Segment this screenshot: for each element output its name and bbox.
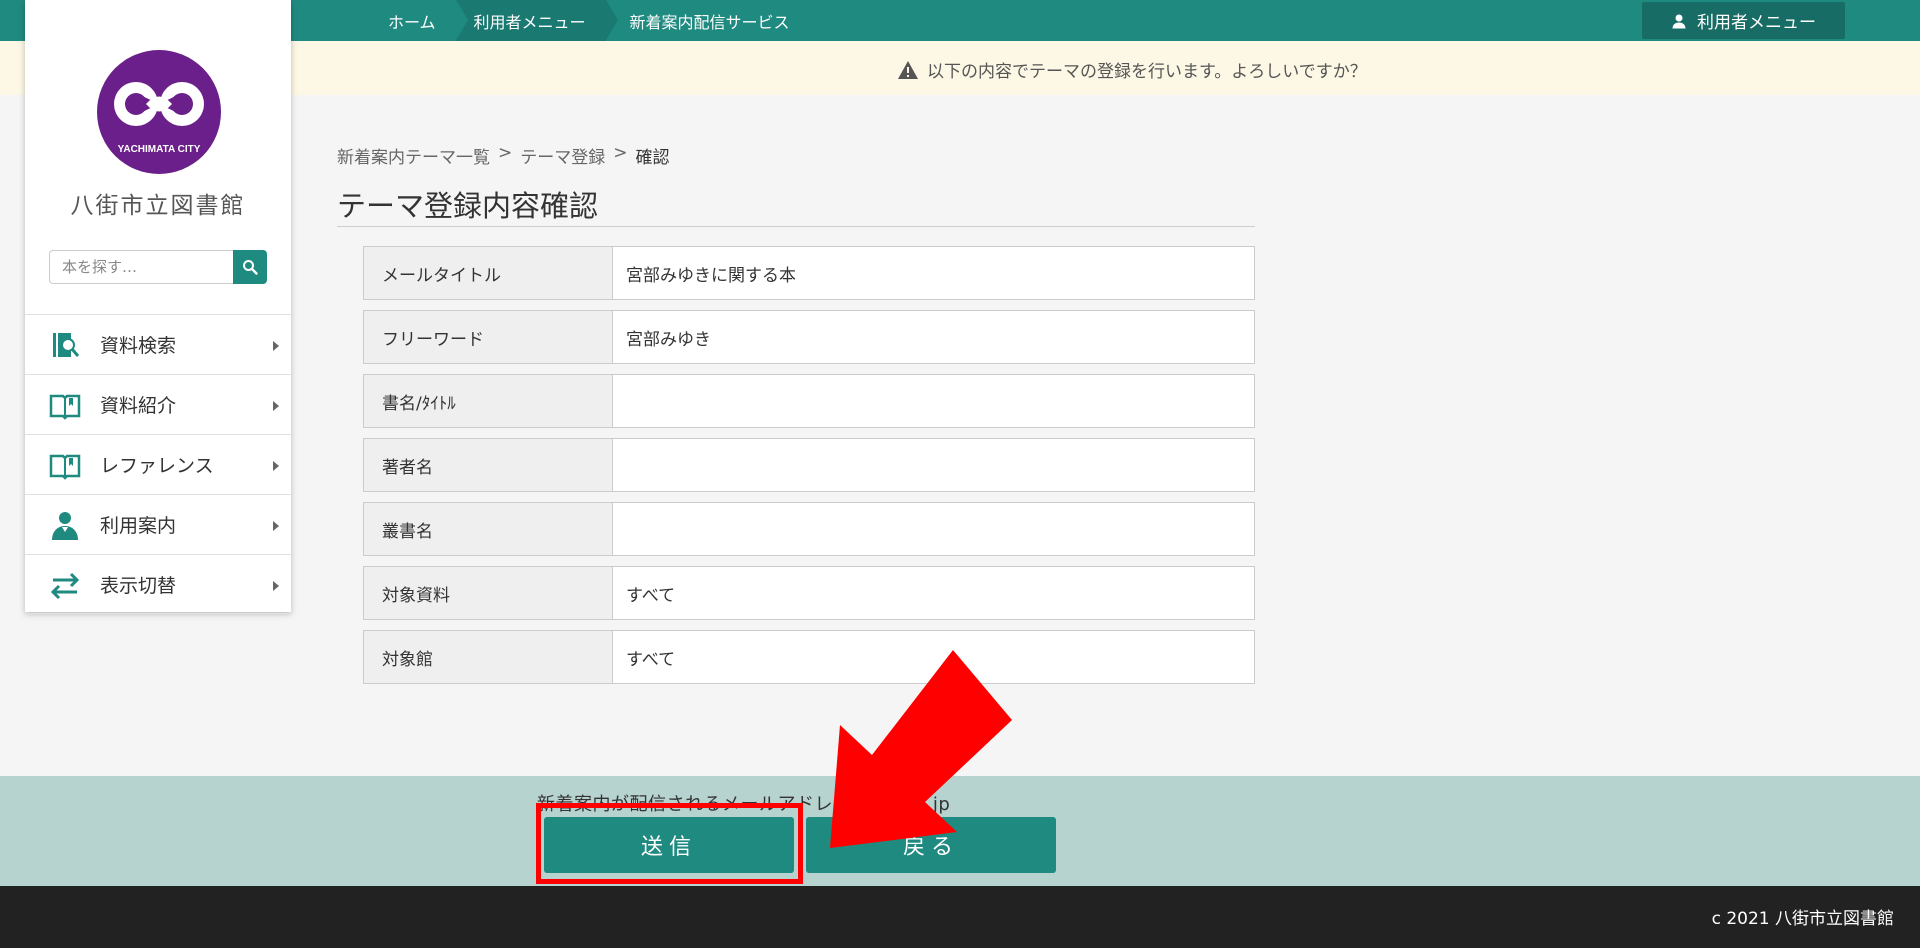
search-icon <box>243 260 258 275</box>
row-value <box>613 439 1254 491</box>
sidebar-item-reference[interactable]: レファレンス <box>25 434 291 494</box>
table-row: 書名/ﾀｲﾄﾙ <box>363 374 1255 428</box>
swap-arrows-icon <box>50 572 80 600</box>
row-value: すべて <box>626 649 676 670</box>
table-row: メールタイトル 宮部みゆきに関する本 <box>363 246 1255 300</box>
caret-right-icon <box>273 401 279 411</box>
sidebar-item-usage-guide[interactable]: 利用案内 <box>25 494 291 554</box>
send-button[interactable]: 送信 <box>544 817 794 873</box>
crumb-new-arrival-service: 新着案内配信サービス <box>606 0 810 41</box>
crumb-user-menu[interactable]: 利用者メニュー <box>455 0 618 41</box>
row-value <box>613 375 1254 427</box>
page-footer: c 2021 八街市立図書館 <box>0 886 1920 948</box>
alert-message: 以下の内容でテーマの登録を行います。よろしいですか？ <box>927 62 1367 82</box>
breadcrumb-theme-list[interactable]: 新着案内テーマ一覧 <box>337 143 490 168</box>
sidebar-menu: 資料検索 資料紹介 レファレンス 利用案内 表示切替 <box>25 314 291 614</box>
row-label: 対象資料 <box>364 567 613 619</box>
person-icon <box>52 512 78 540</box>
book-search-icon <box>53 333 80 357</box>
sidebar-item-material-intro[interactable]: 資料紹介 <box>25 374 291 434</box>
row-label: 叢書名 <box>364 503 613 555</box>
crumb-home-label: ホーム <box>388 12 436 32</box>
sidebar-item-display-switch[interactable]: 表示切替 <box>25 554 291 614</box>
search-button[interactable] <box>233 250 267 284</box>
copyright-text: c 2021 八街市立図書館 <box>1711 909 1894 929</box>
caret-right-icon <box>273 341 279 351</box>
breadcrumb-confirm: 確認 <box>635 148 670 168</box>
table-row: 叢書名 <box>363 502 1255 556</box>
row-label: 対象館 <box>364 631 613 683</box>
crumb-user-menu-label: 利用者メニュー <box>473 12 586 32</box>
sidebar-item-label: 表示切替 <box>100 574 177 597</box>
sidebar-search <box>49 250 267 284</box>
breadcrumb-theme-register[interactable]: テーマ登録 <box>520 143 605 168</box>
sidebar: YACHIMATA CITY 八街市立図書館 資料検索 資料紹介 レファレンス … <box>25 0 291 614</box>
row-label: 著者名 <box>364 439 613 491</box>
sidebar-item-label: レファレンス <box>100 455 214 477</box>
row-value: 宮部みゆきに関する本 <box>626 265 796 286</box>
warning-icon <box>898 60 918 79</box>
row-value <box>613 503 1254 555</box>
title-divider <box>337 226 1255 227</box>
page-breadcrumb: 新着案内テーマ一覧 > テーマ登録 > 確認 <box>337 143 670 168</box>
library-logo[interactable]: YACHIMATA CITY <box>96 49 222 175</box>
table-row: 著者名 <box>363 438 1255 492</box>
sidebar-item-material-search[interactable]: 資料検索 <box>25 314 291 374</box>
confirmation-table: メールタイトル 宮部みゆきに関する本 フリーワード 宮部みゆき 書名/ﾀｲﾄﾙ … <box>363 246 1255 694</box>
caret-right-icon <box>273 521 279 531</box>
row-label: フリーワード <box>364 311 613 363</box>
crumb-service-label: 新着案内配信サービス <box>629 12 790 32</box>
row-value: すべて <box>626 585 676 606</box>
row-value: 宮部みゆき <box>626 329 711 350</box>
caret-right-icon <box>273 461 279 471</box>
sidebar-item-label: 資料紹介 <box>100 395 177 417</box>
table-row: 対象資料 すべて <box>363 566 1255 620</box>
search-input[interactable] <box>49 250 233 284</box>
sidebar-item-label: 利用案内 <box>100 515 177 537</box>
sidebar-item-label: 資料検索 <box>100 335 177 357</box>
caret-right-icon <box>273 581 279 591</box>
page-title: テーマ登録内容確認 <box>337 189 599 223</box>
back-button[interactable]: 戻る <box>806 817 1056 873</box>
table-row: 対象館 すべて <box>363 630 1255 684</box>
open-book-icon <box>49 394 81 420</box>
table-row: フリーワード 宮部みゆき <box>363 310 1255 364</box>
user-menu-label: 利用者メニュー <box>1697 13 1816 33</box>
crumb-home[interactable]: ホーム <box>370 0 468 41</box>
svg-text:YACHIMATA CITY: YACHIMATA CITY <box>118 144 201 155</box>
library-name: 八街市立図書館 <box>70 193 246 219</box>
breadcrumb-separator: > <box>498 143 513 163</box>
user-menu-button[interactable]: 利用者メニュー <box>1642 2 1845 39</box>
open-book-icon <box>49 454 81 480</box>
breadcrumb-separator: > <box>613 143 628 163</box>
top-breadcrumb: ホーム 利用者メニュー 新着案内配信サービス <box>370 0 810 41</box>
row-label: メールタイトル <box>364 247 613 299</box>
row-label: 書名/ﾀｲﾄﾙ <box>364 375 613 427</box>
user-icon <box>1672 14 1686 28</box>
